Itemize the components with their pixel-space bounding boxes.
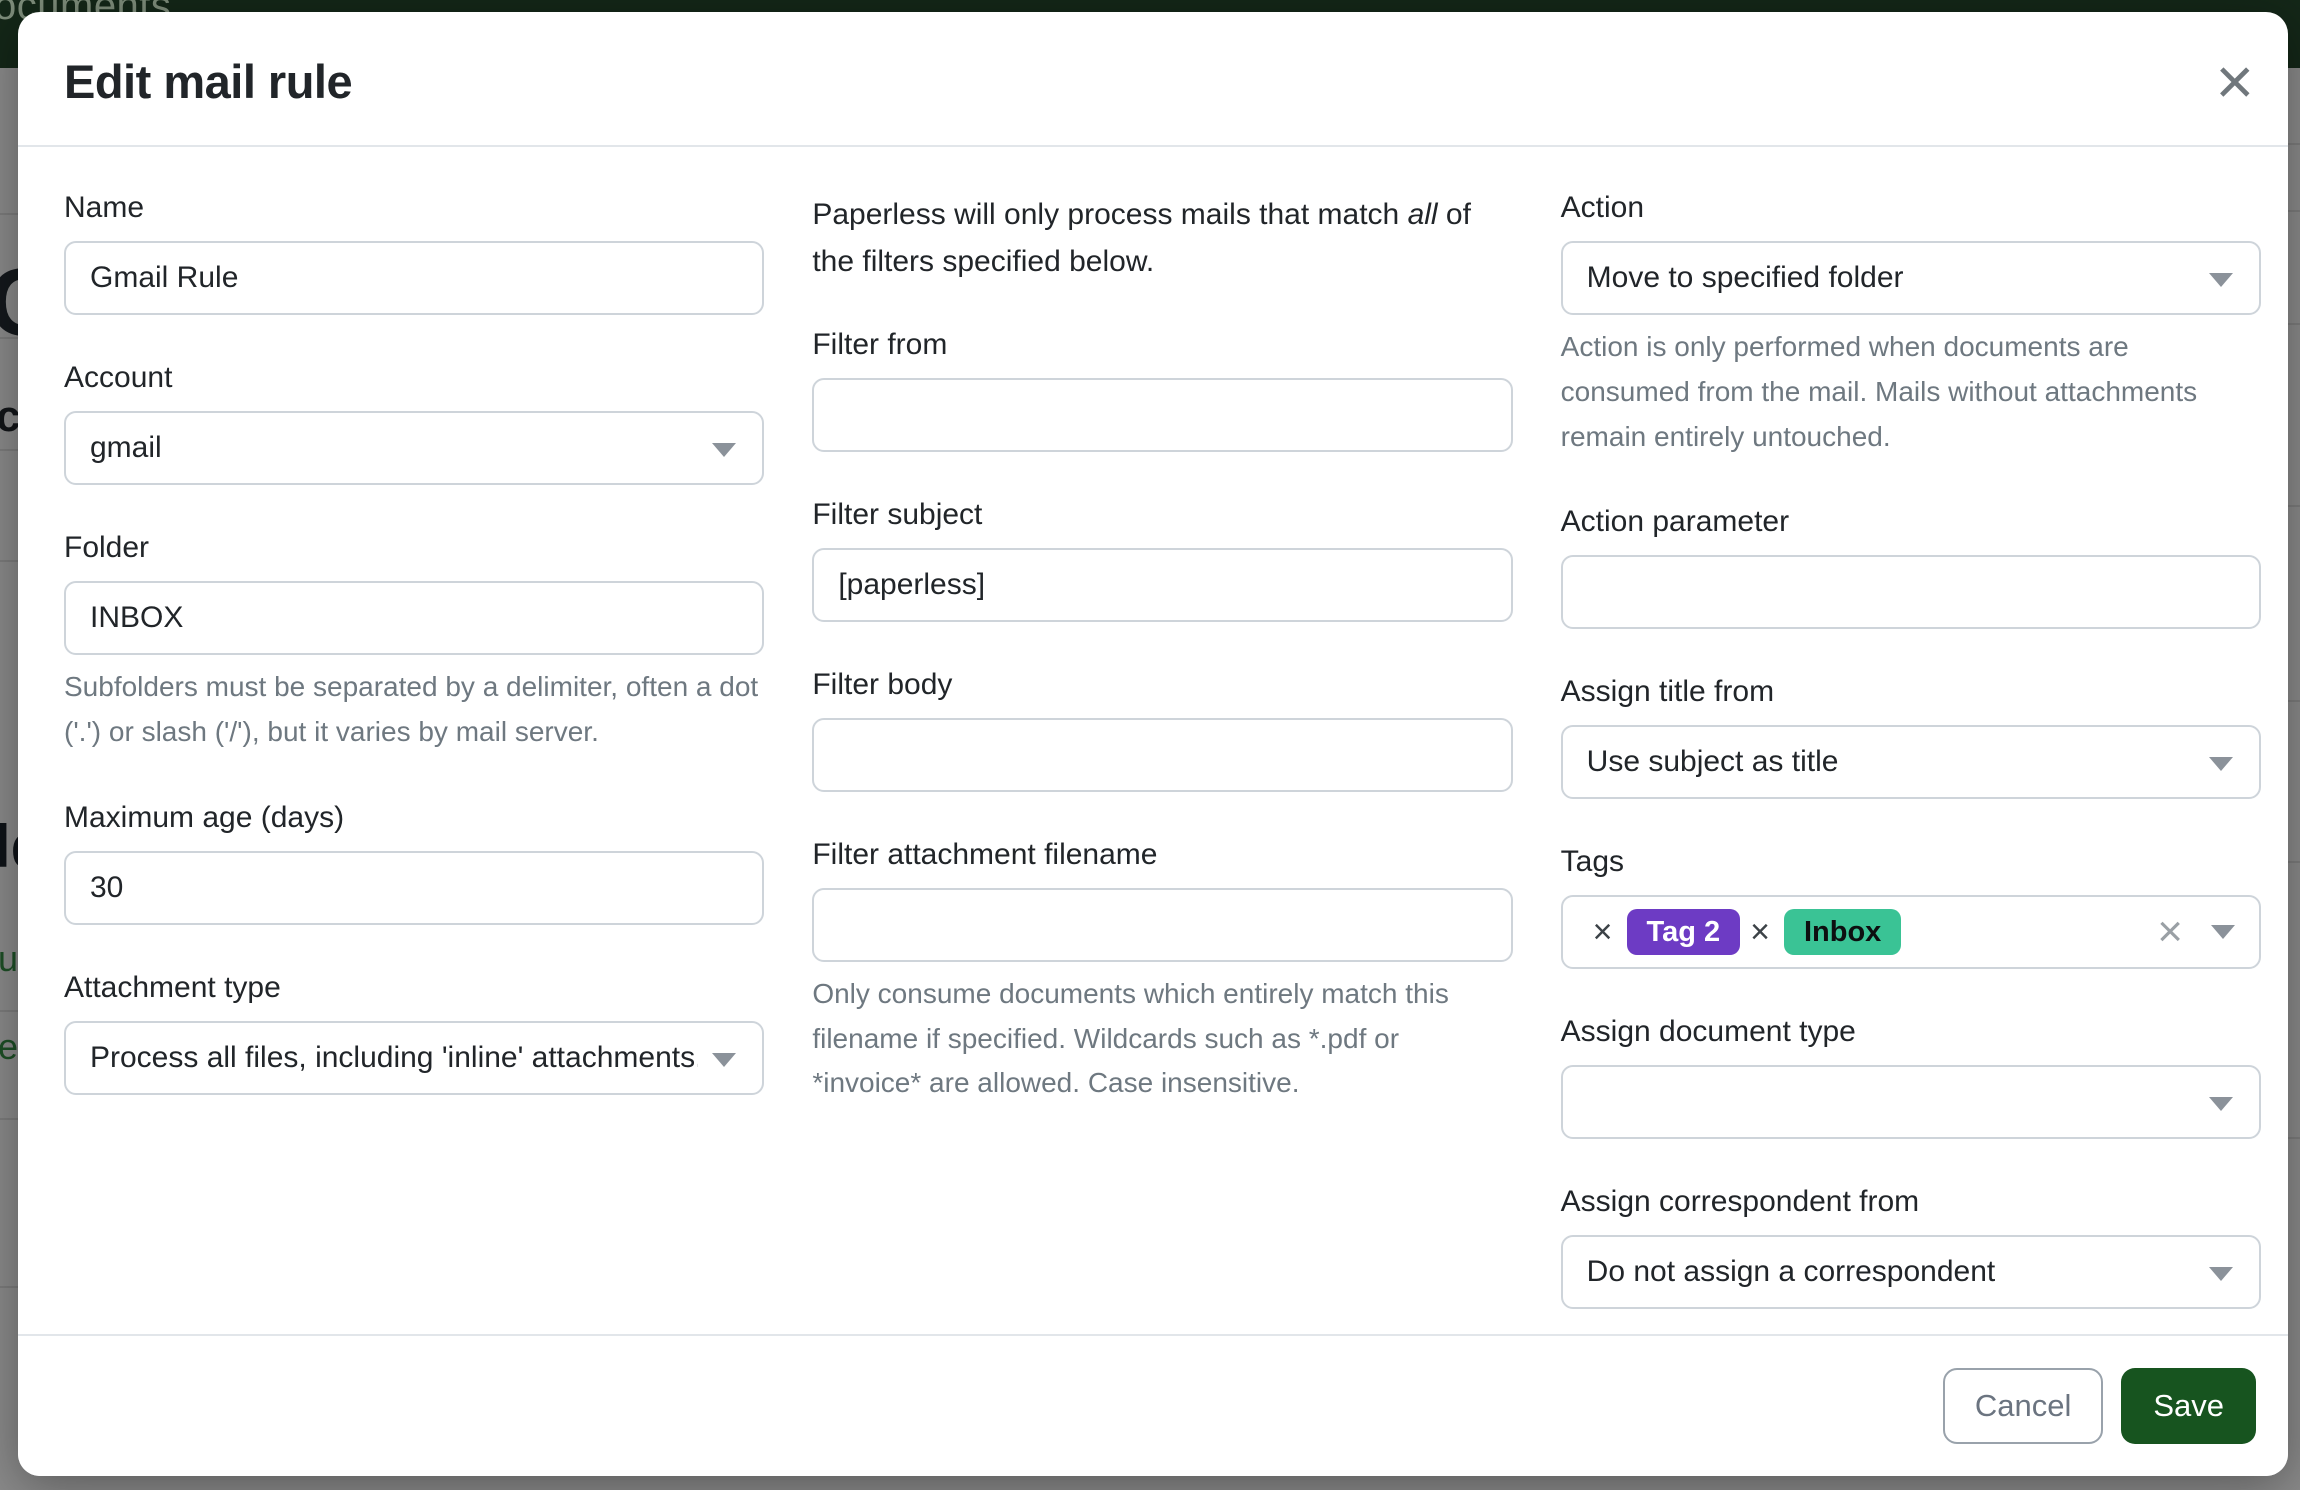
filter-attachment-input[interactable]: [812, 888, 1512, 962]
filter-body-field: Filter body: [812, 668, 1512, 792]
max-age-label: Maximum age (days): [64, 801, 764, 835]
chevron-down-icon: [712, 1053, 736, 1067]
assign-doctype-field: Assign document type: [1561, 1015, 2261, 1139]
chevron-down-icon: [712, 443, 736, 457]
divider-line: [0, 1286, 18, 1288]
account-label: Account: [64, 361, 764, 395]
divider-line: [0, 1010, 18, 1012]
cancel-button[interactable]: Cancel: [1943, 1368, 2104, 1444]
attachment-type-field: Attachment type Process all files, inclu…: [64, 971, 764, 1095]
close-icon[interactable]: ×: [2215, 48, 2254, 114]
dialog-title: Edit mail rule: [64, 54, 2258, 109]
divider-line: [2286, 505, 2300, 507]
divider-line: [2286, 143, 2300, 145]
action-select[interactable]: Move to specified folder: [1561, 241, 2261, 315]
account-select[interactable]: gmail: [64, 411, 764, 485]
account-field: Account gmail: [64, 361, 764, 485]
filters-intro-text: Paperless will only process mails that m…: [812, 191, 1512, 286]
folder-label: Folder: [64, 531, 764, 565]
assign-correspondent-label: Assign correspondent from: [1561, 1185, 2261, 1219]
tag-chip[interactable]: Inbox: [1784, 909, 1901, 955]
chevron-down-icon: [2209, 273, 2233, 287]
divider-line: [0, 213, 18, 215]
divider-line: [2286, 1137, 2300, 1139]
action-field: Action Move to specified folder Action i…: [1561, 191, 2261, 459]
action-parameter-field: Action parameter: [1561, 505, 2261, 629]
filter-subject-field: Filter subject: [812, 498, 1512, 622]
assign-correspondent-select[interactable]: Do not assign a correspondent: [1561, 1235, 2261, 1309]
action-select-value: Move to specified folder: [1587, 261, 1904, 295]
filter-body-label: Filter body: [812, 668, 1512, 702]
assign-title-label: Assign title from: [1561, 675, 2261, 709]
backdrop-text-fragment: e: [0, 1026, 18, 1068]
chevron-down-icon: [2209, 757, 2233, 771]
assign-doctype-select[interactable]: [1561, 1065, 2261, 1139]
edit-mail-rule-dialog: Edit mail rule × Name Account gmail Fold…: [18, 12, 2288, 1476]
assign-title-select-value: Use subject as title: [1587, 745, 1839, 779]
filter-attachment-help-text: Only consume documents which entirely ma…: [812, 972, 1512, 1106]
dialog-header: Edit mail rule ×: [18, 12, 2288, 147]
divider-line: [2286, 861, 2300, 863]
name-input[interactable]: [64, 241, 764, 315]
divider-line: [0, 449, 18, 451]
action-label: Action: [1561, 191, 2261, 225]
dialog-footer: Cancel Save: [18, 1334, 2288, 1476]
divider-line: [0, 560, 18, 562]
account-select-value: gmail: [90, 431, 162, 465]
assign-title-field: Assign title from Use subject as title: [1561, 675, 2261, 799]
chevron-down-icon: [2211, 925, 2235, 939]
tag-chip[interactable]: Tag 2: [1627, 909, 1741, 955]
filter-subject-label: Filter subject: [812, 498, 1512, 532]
assign-correspondent-field: Assign correspondent from Do not assign …: [1561, 1185, 2261, 1309]
name-label: Name: [64, 191, 764, 225]
action-help-text: Action is only performed when documents …: [1561, 325, 2261, 459]
assign-doctype-label: Assign document type: [1561, 1015, 2261, 1049]
divider-line: [2286, 323, 2300, 325]
folder-help-text: Subfolders must be separated by a delimi…: [64, 665, 764, 755]
max-age-field: Maximum age (days): [64, 801, 764, 925]
remove-tag-icon[interactable]: ×: [1750, 915, 1770, 949]
divider-line: [2286, 700, 2300, 702]
filter-body-input[interactable]: [812, 718, 1512, 792]
attachment-type-label: Attachment type: [64, 971, 764, 1005]
tags-field: Tags × Tag 2 × Inbox ×: [1561, 845, 2261, 969]
filter-from-label: Filter from: [812, 328, 1512, 362]
name-field: Name: [64, 191, 764, 315]
filter-attachment-label: Filter attachment filename: [812, 838, 1512, 872]
attachment-type-select[interactable]: Process all files, including 'inline' at…: [64, 1021, 764, 1095]
column-general: Name Account gmail Folder Subfolders mus…: [64, 191, 764, 1355]
chevron-down-icon: [2209, 1267, 2233, 1281]
assign-title-select[interactable]: Use subject as title: [1561, 725, 2261, 799]
action-parameter-input[interactable]: [1561, 555, 2261, 629]
action-parameter-label: Action parameter: [1561, 505, 2261, 539]
column-actions: Action Move to specified folder Action i…: [1561, 191, 2261, 1355]
clear-icon[interactable]: ×: [2157, 910, 2183, 954]
divider-line: [0, 337, 18, 339]
filter-from-input[interactable]: [812, 378, 1512, 452]
backdrop-text-fragment: u: [0, 938, 18, 980]
tags-select[interactable]: × Tag 2 × Inbox ×: [1561, 895, 2261, 969]
chevron-down-icon: [2209, 1097, 2233, 1111]
column-filters: Paperless will only process mails that m…: [812, 191, 1512, 1355]
attachment-type-select-value: Process all files, including 'inline' at…: [90, 1041, 698, 1075]
assign-correspondent-select-value: Do not assign a correspondent: [1587, 1255, 1996, 1289]
remove-tag-icon[interactable]: ×: [1593, 915, 1613, 949]
save-button[interactable]: Save: [2121, 1368, 2256, 1444]
filter-from-field: Filter from: [812, 328, 1512, 452]
tags-label: Tags: [1561, 845, 2261, 879]
divider-line: [0, 1118, 18, 1120]
filter-subject-input[interactable]: [812, 548, 1512, 622]
divider-line: [2286, 210, 2300, 212]
max-age-input[interactable]: [64, 851, 764, 925]
filter-attachment-field: Filter attachment filename Only consume …: [812, 838, 1512, 1106]
folder-input[interactable]: [64, 581, 764, 655]
folder-field: Folder Subfolders must be separated by a…: [64, 531, 764, 755]
dialog-body: Name Account gmail Folder Subfolders mus…: [18, 147, 2288, 1355]
